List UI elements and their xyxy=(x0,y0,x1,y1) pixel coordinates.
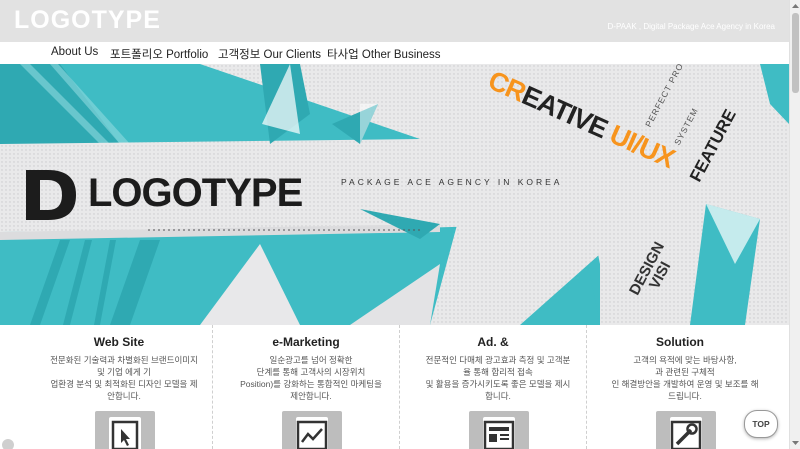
service-desc-line: 과 관련된 구체적 xyxy=(655,367,715,377)
scroll-up-icon[interactable] xyxy=(790,0,800,12)
service-desc-line: 전문적인 다매체 광고효과 측정 및 고객분 xyxy=(425,355,571,365)
services-section: Web Site 전문화된 기술력과 차별화된 브랜드이미지 및 기업 에게 기… xyxy=(0,325,789,449)
service-desc-line: 인 해결방안을 개발하여 운영 및 보조를 해 xyxy=(611,379,759,389)
service-icon-box[interactable] xyxy=(282,411,342,449)
service-desc: 전문적인 다매체 광고효과 측정 및 고객분 율 통해 합리적 접속 및 활용을… xyxy=(414,354,582,402)
service-desc-line: 안합니다. xyxy=(107,391,141,401)
service-desc-line: 전문화된 기술력과 차별화된 브랜드이미지 xyxy=(50,355,198,365)
service-icon-box[interactable] xyxy=(469,411,529,449)
hero-subtitle: PACKAGE ACE AGENCY IN KOREA xyxy=(341,177,563,187)
wrench-icon xyxy=(670,420,702,449)
service-title: Web Site xyxy=(93,335,145,349)
service-desc-line: 율 통해 합리적 접속 xyxy=(463,367,533,377)
page: LOGOTYPE D-PAAK , Digital Package Ace Ag… xyxy=(0,0,789,449)
service-desc: 일순광고를 넘어 정확한 단계를 통해 고객사의 시장위치 Position)를… xyxy=(227,354,395,402)
service-title: Solution xyxy=(656,335,704,349)
layout-icon xyxy=(483,420,515,449)
service-desc-line: 및 활용을 증가시키도록 좋은 모델을 제시 xyxy=(425,379,571,389)
main-nav: About Us 포트폴리오 Portfolio 고객정보 Our Client… xyxy=(0,42,789,65)
service-title: e-Marketing xyxy=(272,335,340,349)
service-desc-line: 드립니다. xyxy=(668,391,702,401)
site-logo[interactable]: LOGOTYPE xyxy=(14,6,161,35)
service-desc-line: 합니다. xyxy=(485,391,511,401)
service-ad: Ad. & 전문적인 다매체 광고효과 측정 및 고객분 율 통해 합리적 접속… xyxy=(400,325,587,449)
nav-item-portfolio[interactable]: 포트폴리오 Portfolio xyxy=(110,46,208,62)
service-desc-line: 일순광고를 넘어 정확한 xyxy=(269,355,353,365)
service-desc-line: 단계를 통해 고객사의 시장위치 xyxy=(256,367,366,377)
corner-badge-icon xyxy=(2,439,14,449)
scroll-down-icon[interactable] xyxy=(790,437,800,449)
service-web-site: Web Site 전문화된 기술력과 차별화된 브랜드이미지 및 기업 에게 기… xyxy=(26,325,213,449)
nav-item-other-business[interactable]: 타사업 Other Business xyxy=(327,46,441,62)
service-desc-line: 업환경 분석 및 최적화된 디자인 모델을 제 xyxy=(50,379,198,389)
service-icon-box[interactable] xyxy=(95,411,155,449)
cursor-icon xyxy=(111,420,139,449)
page-scrollbar[interactable] xyxy=(789,0,800,449)
site-tagline: D-PAAK , Digital Package Ace Agency in K… xyxy=(607,22,776,31)
service-desc-line: 및 기업 에게 기 xyxy=(96,367,151,377)
top-bar: LOGOTYPE D-PAAK , Digital Package Ace Ag… xyxy=(0,0,789,42)
chart-icon xyxy=(296,420,328,449)
service-title: Ad. & xyxy=(477,335,509,349)
hero-banner: LOGOTYPE PACKAGE ACE AGENCY IN KOREA CRE… xyxy=(0,64,789,325)
service-desc: 전문화된 기술력과 차별화된 브랜드이미지 및 기업 에게 기 업환경 분석 및… xyxy=(40,354,208,402)
service-desc-line: 제안합니다. xyxy=(290,391,332,401)
service-icon-box[interactable] xyxy=(656,411,716,449)
nav-item-our-clients[interactable]: 고객정보 Our Clients xyxy=(218,46,321,62)
service-desc: 고객의 욕적에 맞는 바탕사항, 과 관련된 구체적 인 해결방안을 개발하여 … xyxy=(601,354,769,402)
back-to-top-button[interactable]: TOP xyxy=(744,410,778,438)
service-desc-line: Position)를 강화하는 통합적인 마케팅을 xyxy=(240,379,382,389)
service-e-marketing: e-Marketing 일순광고를 넘어 정확한 단계를 통해 고객사의 시장위… xyxy=(213,325,400,449)
hero-title: LOGOTYPE xyxy=(88,171,303,215)
scrollbar-thumb[interactable] xyxy=(792,13,799,93)
nav-item-about-us[interactable]: About Us xyxy=(51,46,98,58)
service-desc-line: 고객의 욕적에 맞는 바탕사항, xyxy=(633,355,737,365)
